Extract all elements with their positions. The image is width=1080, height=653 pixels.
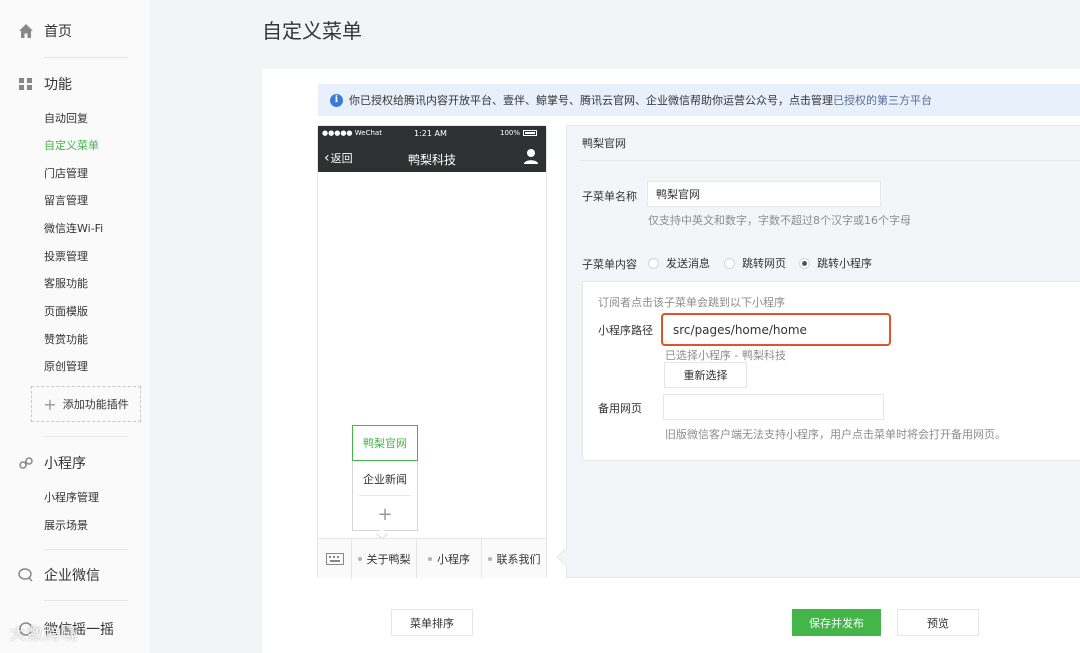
name-input[interactable]: 鸭梨官网	[647, 181, 881, 207]
content-label: 子菜单内容	[582, 258, 637, 271]
menu-sort-button[interactable]: 菜单排序	[391, 609, 473, 636]
subscriber-hint: 订阅者点击该子菜单会跳到以下小程序	[598, 296, 785, 309]
nav-miniprogram[interactable]: 小程序	[18, 453, 86, 473]
miniprogram-path-input[interactable]: src/pages/home/home	[661, 313, 891, 346]
battery-icon	[523, 130, 538, 136]
nav-function-label: 功能	[44, 77, 72, 93]
selected-program-text: 已选择小程序 - 鸭梨科技	[665, 349, 786, 362]
divider	[580, 160, 1080, 161]
sidebar-item-scenes[interactable]: 展示场景	[44, 517, 88, 533]
reselect-button[interactable]: 重新选择	[664, 362, 747, 388]
dot-icon	[428, 556, 432, 561]
preview-button[interactable]: 预览	[897, 609, 979, 636]
menu-item-miniprogram[interactable]: 小程序	[417, 539, 482, 578]
radio-selected-icon	[799, 257, 810, 269]
home-icon	[19, 24, 33, 38]
backup-label: 备用网页	[598, 402, 642, 415]
submenu-popup: 鸭梨官网 企业新闻 +	[352, 425, 418, 531]
submenu-item[interactable]: 企业新闻	[359, 462, 411, 496]
third-party-link[interactable]: 已授权的第三方平台	[833, 92, 932, 108]
radio-label: 发送消息	[666, 257, 710, 270]
menu-item-label: 关于鸭梨	[366, 552, 411, 566]
radio-jump-miniprogram[interactable]: 跳转小程序	[799, 255, 872, 271]
sidebar-item-customer-service[interactable]: 客服功能	[44, 275, 88, 291]
backup-hint: 旧版微信客户端无法支持小程序，用户点击菜单时将会打开备用网页。	[665, 428, 1006, 441]
battery-text: 100%	[500, 129, 521, 137]
radio-label: 跳转小程序	[817, 257, 872, 270]
name-label: 子菜单名称	[582, 190, 637, 203]
radio-icon	[648, 257, 659, 269]
notice-bar: i 你已授权给腾讯内容开放平台、壹伴、鲸掌号、腾讯云官网、企业微信帮助你运营公众…	[318, 84, 1080, 116]
phone-preview: ●●●●● WeChat 1:21 AM 100% ‹ 返回 鸭梨科技 鸭梨官网…	[317, 125, 547, 579]
add-submenu-button[interactable]: +	[353, 498, 417, 530]
miniprogram-icon	[19, 457, 33, 469]
dot-icon	[487, 556, 492, 561]
nav-miniprogram-label: 小程序	[44, 456, 86, 472]
radio-send-message[interactable]: 发送消息	[648, 255, 710, 271]
sidebar-item-original[interactable]: 原创管理	[44, 358, 88, 374]
nav-home[interactable]: 首页	[18, 21, 72, 41]
sidebar-item-wifi[interactable]: 微信连Wi-Fi	[44, 220, 103, 236]
add-plugin-button[interactable]: + 添加功能插件	[31, 386, 141, 422]
keyboard-icon[interactable]	[318, 539, 352, 579]
menu-item-about[interactable]: 关于鸭梨	[352, 539, 417, 578]
status-carrier: ●●●●● WeChat	[322, 129, 382, 137]
backup-url-input[interactable]	[663, 394, 884, 420]
nav-work-wechat-label: 企业微信	[44, 568, 100, 584]
page-title: 自定义菜单	[262, 19, 362, 43]
save-publish-button[interactable]: 保存并发布	[792, 609, 881, 636]
plus-icon: +	[43, 394, 57, 414]
nav-work-wechat[interactable]: 企业微信	[18, 565, 100, 585]
notice-text: 你已授权给腾讯内容开放平台、壹伴、鲸掌号、腾讯云官网、企业微信帮助你运营公众号，…	[349, 94, 833, 107]
work-wechat-icon	[18, 568, 33, 582]
status-battery: 100%	[500, 129, 538, 137]
divider	[44, 436, 128, 437]
menu-item-label: 小程序	[437, 552, 470, 566]
radio-jump-web[interactable]: 跳转网页	[724, 255, 786, 271]
add-plugin-label: 添加功能插件	[62, 398, 129, 411]
info-icon: i	[330, 93, 343, 107]
path-label: 小程序路径	[598, 324, 653, 337]
user-icon[interactable]	[524, 148, 538, 164]
phone-header: ●●●●● WeChat 1:21 AM 100% ‹ 返回 鸭梨科技	[318, 126, 546, 172]
editor-header: 鸭梨官网	[582, 137, 626, 150]
dot-icon	[357, 556, 362, 561]
radio-label: 跳转网页	[742, 257, 786, 270]
grid-icon	[19, 78, 32, 90]
nav-function[interactable]: 功能	[18, 74, 72, 94]
watermark: 大数跨境	[10, 624, 79, 643]
sidebar-item-page-template[interactable]: 页面模版	[44, 303, 88, 319]
name-hint: 仅支持中英文和数字，字数不超过8个汉字或16个字母	[648, 214, 911, 227]
submenu-item-active[interactable]: 鸭梨官网	[352, 425, 418, 461]
divider	[44, 549, 128, 550]
phone-menu-bar: 关于鸭梨 小程序 联系我们	[318, 538, 546, 579]
sidebar-item-vote[interactable]: 投票管理	[44, 248, 88, 264]
phone-title: 鸭梨科技	[407, 153, 456, 167]
sidebar-item-miniprogram-manage[interactable]: 小程序管理	[44, 489, 99, 505]
sidebar-item-store[interactable]: 门店管理	[44, 165, 88, 181]
menu-item-label: 联系我们	[496, 552, 541, 566]
radio-icon	[724, 257, 735, 269]
sidebar-item-auto-reply[interactable]: 自动回复	[44, 110, 88, 126]
sidebar-item-comments[interactable]: 留言管理	[44, 192, 88, 208]
divider	[44, 600, 128, 601]
sidebar-item-reward[interactable]: 赞赏功能	[44, 331, 88, 347]
sidebar-item-custom-menu[interactable]: 自定义菜单	[44, 137, 99, 153]
sidebar: 首页 功能 自动回复 自定义菜单 门店管理 留言管理 微信连Wi-Fi 投票管理…	[0, 0, 150, 653]
nav-home-label: 首页	[44, 24, 72, 40]
divider	[44, 57, 128, 58]
menu-item-contact[interactable]: 联系我们	[482, 539, 546, 578]
status-time: 1:21 AM	[414, 129, 447, 138]
